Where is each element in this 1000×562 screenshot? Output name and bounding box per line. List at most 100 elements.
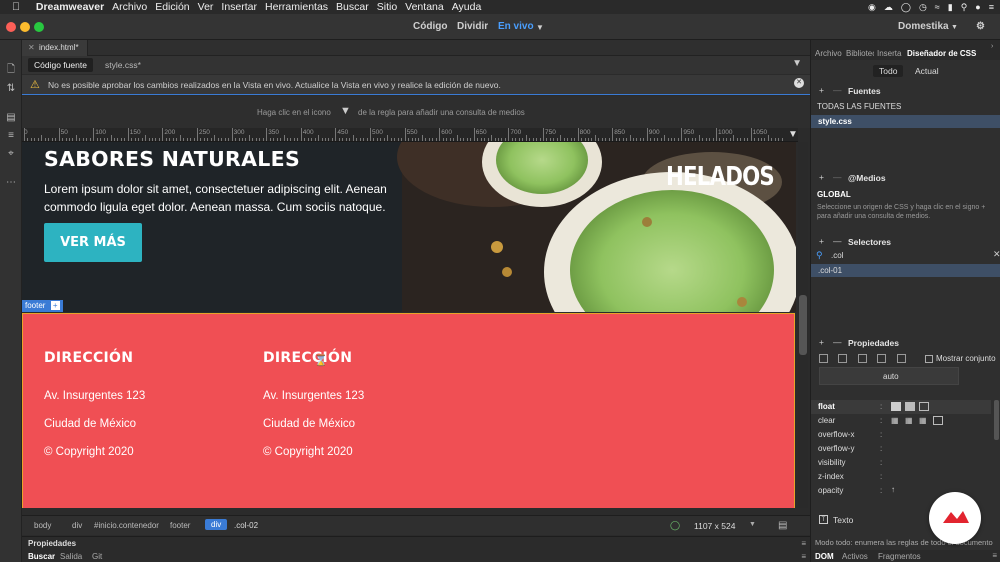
menu-ventana[interactable]: Ventana bbox=[405, 1, 452, 13]
tab-buscar[interactable]: Buscar bbox=[28, 552, 55, 561]
prop-z-index[interactable]: z-index : bbox=[811, 470, 991, 484]
sort-icon[interactable]: ⇅ bbox=[5, 83, 17, 95]
wifi-icon[interactable]: ≈ bbox=[935, 2, 940, 12]
media-global[interactable]: GLOBAL bbox=[817, 190, 851, 199]
battery-icon[interactable]: ▮ bbox=[948, 2, 953, 13]
footer-col1-address[interactable]: Av. Insurgentes 123 bbox=[44, 390, 145, 402]
tab-source-code[interactable]: Código fuente bbox=[28, 58, 93, 72]
panel-options-icon[interactable]: ≡ bbox=[992, 551, 997, 560]
crumb-footer[interactable]: footer bbox=[170, 521, 190, 530]
crumb-body[interactable]: body bbox=[34, 521, 51, 530]
layout-category-icon[interactable] bbox=[819, 354, 828, 364]
list-icon[interactable]: ≡ bbox=[989, 2, 994, 12]
prop-visibility[interactable]: visibility : bbox=[811, 456, 991, 470]
crumb-div[interactable]: div bbox=[72, 521, 82, 530]
hero-title[interactable]: SABORES NATURALES bbox=[44, 147, 300, 171]
footer-col1-copyright[interactable]: © Copyright 2020 bbox=[44, 446, 134, 458]
app-menu[interactable]: Dreamweaver bbox=[28, 1, 112, 13]
hero-section[interactable]: SABORES NATURALES Lorem ipsum dolor sit … bbox=[22, 142, 796, 312]
footer-element-label[interactable]: footer + bbox=[22, 300, 63, 312]
zoom-window-button[interactable] bbox=[34, 22, 44, 32]
source-style-css[interactable]: style.css bbox=[811, 115, 1000, 128]
creative-cloud-icon[interactable]: ◯ bbox=[901, 2, 911, 13]
preview-device-icon[interactable]: ▤ bbox=[778, 520, 787, 531]
show-all-checkbox[interactable] bbox=[925, 355, 933, 363]
add-source-icon[interactable]: + bbox=[819, 85, 824, 95]
menu-sitio[interactable]: Sitio bbox=[377, 1, 405, 13]
menu-edicion[interactable]: Edición bbox=[155, 1, 197, 13]
toggle-todo[interactable]: Todo bbox=[873, 65, 904, 77]
more-icon[interactable]: ⋯ bbox=[5, 177, 17, 189]
tab-fragmentos[interactable]: Fragmentos bbox=[878, 552, 921, 561]
tab-activos[interactable]: Activos bbox=[842, 552, 868, 561]
add-media-icon[interactable]: + bbox=[819, 172, 824, 182]
tab-biblioteca[interactable]: Biblioteca bbox=[846, 49, 874, 58]
view-code-button[interactable]: Código bbox=[413, 21, 447, 32]
add-property-icon[interactable]: + bbox=[819, 337, 824, 347]
menu-ayuda[interactable]: Ayuda bbox=[452, 1, 490, 13]
panel-menu-icon-2[interactable]: ≡ bbox=[801, 552, 806, 561]
workspace-dropdown-icon[interactable]: ▼ bbox=[951, 24, 958, 31]
panel-menu-icon[interactable]: ≡ bbox=[801, 539, 806, 548]
size-dropdown-icon[interactable]: ▼ bbox=[749, 521, 756, 528]
properties-scrollbar[interactable] bbox=[994, 400, 999, 440]
tab-dom[interactable]: DOM bbox=[815, 552, 834, 561]
clear-filter-icon[interactable]: ✕ bbox=[993, 249, 1000, 260]
format-icon[interactable]: ≡ bbox=[5, 130, 17, 142]
clear-both-icon[interactable]: ▦ bbox=[919, 416, 927, 425]
background-category-icon[interactable] bbox=[877, 354, 887, 364]
file-icon[interactable]: 🗋 bbox=[5, 64, 17, 76]
filter-icon[interactable]: ▼ bbox=[792, 58, 802, 69]
minimize-window-button[interactable] bbox=[20, 22, 30, 32]
cloud-icon[interactable]: ☁ bbox=[884, 2, 893, 13]
add-selector-icon[interactable]: + bbox=[819, 236, 824, 246]
close-window-button[interactable] bbox=[6, 22, 16, 32]
horizontal-ruler[interactable]: 0 50 100 150 200 250 300 350 400 450 500 550 600 650 7… bbox=[22, 128, 798, 142]
source-all[interactable]: TODAS LAS FUENTES bbox=[817, 102, 901, 111]
footer-col2-address[interactable]: Av. Insurgentes 123 bbox=[263, 390, 364, 402]
prop-clear[interactable]: clear : ▦ ▦ ▦ bbox=[811, 414, 991, 428]
close-tab-icon[interactable]: ✕ bbox=[28, 43, 35, 52]
remove-selector-icon[interactable]: — bbox=[833, 236, 842, 246]
toggle-actual[interactable]: Actual bbox=[911, 65, 943, 77]
settings-gear-icon[interactable]: ⚙ bbox=[976, 21, 985, 32]
opacity-slider-icon[interactable]: ↑ bbox=[891, 485, 895, 494]
remove-property-icon[interactable]: — bbox=[833, 337, 842, 347]
tab-style-css[interactable]: style.css* bbox=[105, 60, 141, 70]
tab-git[interactable]: Git bbox=[92, 552, 102, 561]
view-live-button[interactable]: En vivo bbox=[498, 21, 534, 32]
live-view[interactable]: SABORES NATURALES Lorem ipsum dolor sit … bbox=[22, 142, 796, 508]
crumb-inicio-contenedor[interactable]: #inicio.contenedor bbox=[94, 521, 159, 530]
avatar[interactable]: ● bbox=[975, 2, 980, 12]
tab-css-designer[interactable]: Diseñador de CSS bbox=[907, 49, 976, 58]
clock-icon[interactable]: ◷ bbox=[919, 2, 927, 13]
code-navigator-icon[interactable]: ▤ bbox=[5, 112, 17, 124]
prop-overflow-y[interactable]: overflow-y : bbox=[811, 442, 991, 456]
clear-right-icon[interactable]: ▦ bbox=[905, 416, 913, 425]
menu-herramientas[interactable]: Herramientas bbox=[265, 1, 336, 13]
tab-archivos[interactable]: Archivo bbox=[815, 49, 842, 58]
more-category-icon[interactable] bbox=[896, 354, 906, 364]
scrollbar-thumb[interactable] bbox=[799, 295, 807, 355]
hero-cta-button[interactable]: VER MÁS bbox=[44, 223, 142, 262]
crumb-div-active[interactable]: div bbox=[205, 519, 228, 530]
tab-insertar[interactable]: Inserta bbox=[877, 49, 901, 58]
element-inspect-icon[interactable]: ⌖ bbox=[5, 148, 17, 160]
prop-overflow-x[interactable]: overflow-x : bbox=[811, 428, 991, 442]
hero-body[interactable]: Lorem ipsum dolor sit amet, consectetuer… bbox=[44, 181, 416, 216]
workspace-switcher[interactable]: Domestika bbox=[898, 21, 949, 32]
dismiss-warning-icon[interactable]: ✕ bbox=[794, 78, 804, 88]
ruler-handle-icon[interactable]: ▼ bbox=[788, 129, 798, 140]
text-category-icon[interactable] bbox=[838, 354, 848, 364]
float-none-icon[interactable] bbox=[919, 402, 929, 411]
selector-filter-input[interactable]: .col bbox=[831, 251, 843, 260]
search-icon[interactable]: ⚲ bbox=[961, 2, 968, 13]
prop-float[interactable]: float : bbox=[811, 400, 991, 414]
float-right-icon[interactable] bbox=[905, 402, 915, 411]
footer-col1-title[interactable]: DIRECCIÓN bbox=[44, 350, 133, 366]
tab-index-html[interactable]: ✕ index.html* bbox=[22, 40, 88, 56]
selector-col-01[interactable]: .col-01 bbox=[811, 264, 1000, 277]
menu-buscar[interactable]: Buscar bbox=[336, 1, 377, 13]
menu-archivo[interactable]: Archivo bbox=[112, 1, 155, 13]
clear-left-icon[interactable]: ▦ bbox=[891, 416, 899, 425]
